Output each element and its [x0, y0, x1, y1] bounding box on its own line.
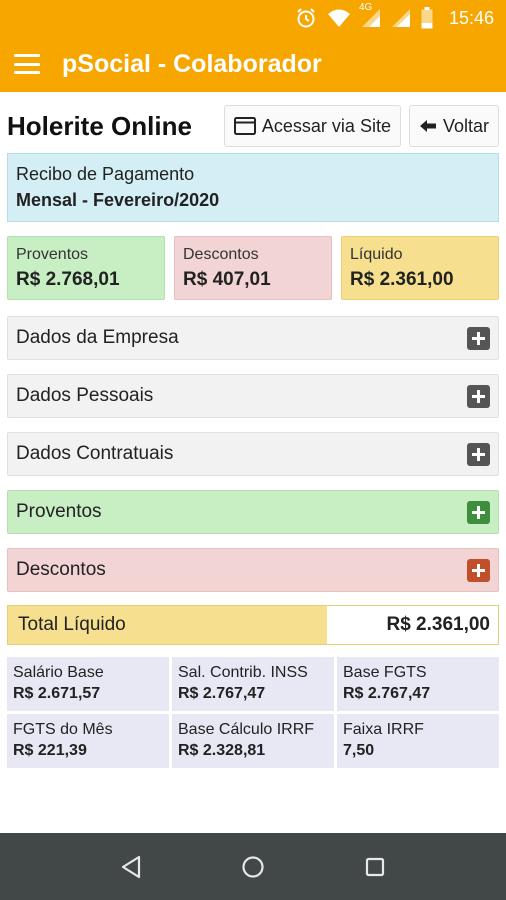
section-dados-empresa[interactable]: Dados da Empresa [7, 316, 499, 360]
section-title: Descontos [16, 559, 106, 580]
base-label: Salário Base [13, 664, 104, 681]
access-site-label: Acessar via Site [261, 115, 391, 136]
section-title: Proventos [16, 501, 102, 522]
base-label: Base Cálculo IRRF [178, 721, 315, 738]
alarm-icon [295, 7, 317, 29]
nav-recents-icon[interactable] [355, 847, 395, 887]
summary-proventos-value: R$ 2.768,01 [16, 269, 120, 290]
base-value: R$ 2.767,47 [343, 685, 431, 702]
network-type-label: 4G [358, 2, 373, 13]
receipt-info: Recibo de Pagamento Mensal - Fevereiro/2… [7, 153, 499, 222]
section-title: Dados Pessoais [16, 385, 154, 406]
main-content: Holerite Online Acessar via Site Voltar … [0, 92, 506, 833]
back-label: Voltar [442, 115, 489, 136]
base-label: Base FGTS [343, 664, 427, 681]
bases-grid: Salário Base R$ 2.671,57 Sal. Contrib. I… [7, 657, 499, 771]
section-title: Dados Contratuais [16, 443, 174, 464]
status-bar: 4G 15:46 [0, 0, 506, 36]
status-time: 15:46 [448, 7, 494, 28]
page-header: Holerite Online Acessar via Site Voltar [7, 104, 499, 148]
base-value: R$ 221,39 [13, 742, 87, 759]
section-dados-pessoais[interactable]: Dados Pessoais [7, 374, 499, 418]
expand-plus-icon[interactable] [467, 326, 490, 350]
section-title: Dados da Empresa [16, 327, 179, 348]
wifi-icon [327, 8, 351, 28]
summary-descontos-value: R$ 407,01 [183, 269, 271, 290]
base-label: Sal. Contrib. INSS [178, 664, 308, 681]
summary-descontos: Descontos R$ 407,01 [174, 236, 332, 300]
browser-window-icon [233, 117, 256, 135]
total-liquido-value: R$ 2.361,00 [327, 606, 498, 644]
section-dados-contratuais[interactable]: Dados Contratuais [7, 432, 499, 476]
expand-plus-icon[interactable] [467, 500, 490, 524]
signal-icon: 4G [359, 2, 381, 28]
summary-boxes: Proventos R$ 2.768,01 Descontos R$ 407,0… [7, 236, 499, 300]
system-nav-bar [0, 833, 506, 900]
arrow-left-icon [419, 118, 437, 134]
receipt-label: Recibo de Pagamento [16, 164, 195, 184]
summary-liquido-value: R$ 2.361,00 [350, 269, 454, 290]
nav-back-icon[interactable] [111, 847, 151, 887]
battery-icon [421, 7, 433, 29]
back-button[interactable]: Voltar [408, 105, 499, 147]
base-value: R$ 2.671,57 [13, 685, 101, 702]
nav-home-icon[interactable] [233, 847, 273, 887]
total-liquido-label: Total Líquido [8, 606, 327, 644]
summary-liquido-label: Líquido [350, 246, 403, 263]
base-cell: Base Cálculo IRRF R$ 2.328,81 [172, 714, 334, 768]
expand-plus-icon[interactable] [467, 384, 490, 408]
app-bar: pSocial - Colaborador [0, 36, 506, 92]
base-label: FGTS do Mês [13, 721, 113, 738]
base-value: R$ 2.767,47 [178, 685, 266, 702]
section-proventos[interactable]: Proventos [7, 490, 499, 534]
signal-icon-2 [391, 8, 411, 28]
base-value: 7,50 [343, 742, 375, 759]
section-descontos[interactable]: Descontos [7, 548, 499, 592]
base-cell: Faixa IRRF 7,50 [337, 714, 499, 768]
app-title: pSocial - Colaborador [62, 49, 322, 78]
summary-proventos: Proventos R$ 2.768,01 [7, 236, 165, 300]
summary-descontos-label: Descontos [183, 246, 259, 263]
page-title: Holerite Online [7, 110, 192, 141]
total-liquido-row: Total Líquido R$ 2.361,00 [7, 605, 499, 645]
summary-proventos-label: Proventos [16, 246, 89, 263]
base-cell: FGTS do Mês R$ 221,39 [7, 714, 169, 768]
hamburger-menu-icon[interactable] [14, 54, 40, 74]
base-cell: Base FGTS R$ 2.767,47 [337, 657, 499, 711]
base-cell: Sal. Contrib. INSS R$ 2.767,47 [172, 657, 334, 711]
base-cell: Salário Base R$ 2.671,57 [7, 657, 169, 711]
access-site-button[interactable]: Acessar via Site [223, 105, 401, 147]
base-label: Faixa IRRF [343, 721, 424, 738]
receipt-period: Mensal - Fevereiro/2020 [16, 190, 220, 210]
summary-liquido: Líquido R$ 2.361,00 [341, 236, 499, 300]
expand-plus-icon[interactable] [467, 442, 490, 466]
base-value: R$ 2.328,81 [178, 742, 266, 759]
expand-plus-icon[interactable] [467, 558, 490, 582]
